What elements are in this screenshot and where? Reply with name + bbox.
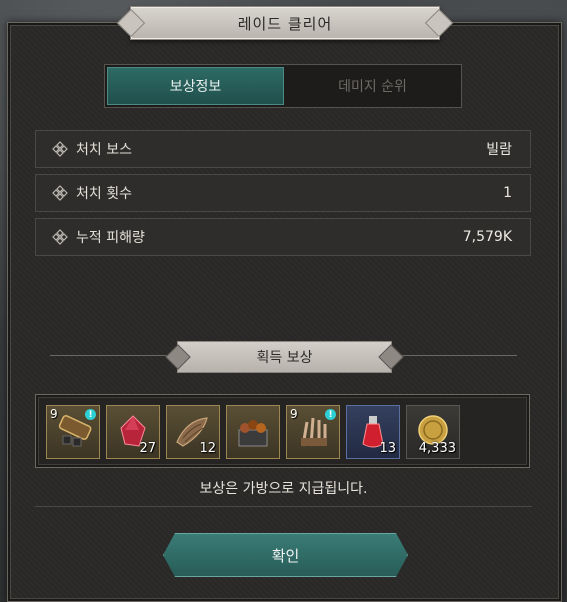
diamond-ornament-icon	[52, 229, 68, 245]
item-count: 27	[139, 441, 156, 456]
diamond-ornament-icon	[52, 141, 68, 157]
confirm-button[interactable]: 확인	[163, 533, 408, 577]
item-count: 13	[379, 441, 396, 456]
info-row-damage: 누적 피해량 7,579K	[35, 218, 531, 256]
tab-bar: 보상정보 데미지 순위	[104, 64, 462, 108]
rewards-panel: 9 ! 27 12 9 ! 13 4,333	[35, 394, 530, 468]
info-row-boss: 처치 보스 빌람	[35, 130, 531, 168]
item-count: 4,333	[418, 441, 456, 456]
info-label: 누적 피해량	[76, 230, 145, 246]
info-value: 7,579K	[462, 229, 512, 245]
reward-slot[interactable]: 9 !	[286, 405, 340, 459]
reward-slot[interactable]: 4,333	[406, 405, 460, 459]
enhance-level: 9	[50, 407, 58, 421]
reward-slot[interactable]	[226, 405, 280, 459]
item-count: 12	[199, 441, 216, 456]
dialog-title: 레이드 클리어	[130, 6, 440, 40]
info-row-kills: 처치 횟수 1	[35, 174, 531, 212]
raid-clear-dialog	[7, 22, 562, 602]
reward-slot[interactable]: 12	[166, 405, 220, 459]
rewards-section-title: 획득 보상	[177, 341, 392, 373]
info-label: 처치 보스	[76, 142, 132, 158]
reward-slot[interactable]: 9 !	[46, 405, 100, 459]
reward-slot[interactable]: 27	[106, 405, 160, 459]
footer-divider	[35, 506, 532, 507]
tab-damage-ranking[interactable]: 데미지 순위	[284, 65, 461, 107]
alert-badge: !	[325, 409, 336, 420]
tab-reward-info[interactable]: 보상정보	[107, 67, 284, 105]
info-label: 처치 횟수	[76, 186, 132, 202]
info-value: 빌람	[486, 142, 512, 158]
reward-notice: 보상은 가방으로 지급됩니다.	[199, 481, 368, 497]
ore-crate-icon	[238, 420, 268, 447]
reward-slot[interactable]: 13	[346, 405, 400, 459]
enhance-level: 9	[290, 407, 298, 421]
divider-left	[50, 355, 168, 356]
info-value: 1	[503, 185, 512, 201]
divider-right	[399, 355, 517, 356]
diamond-ornament-icon	[52, 185, 68, 201]
alert-badge: !	[85, 409, 96, 420]
